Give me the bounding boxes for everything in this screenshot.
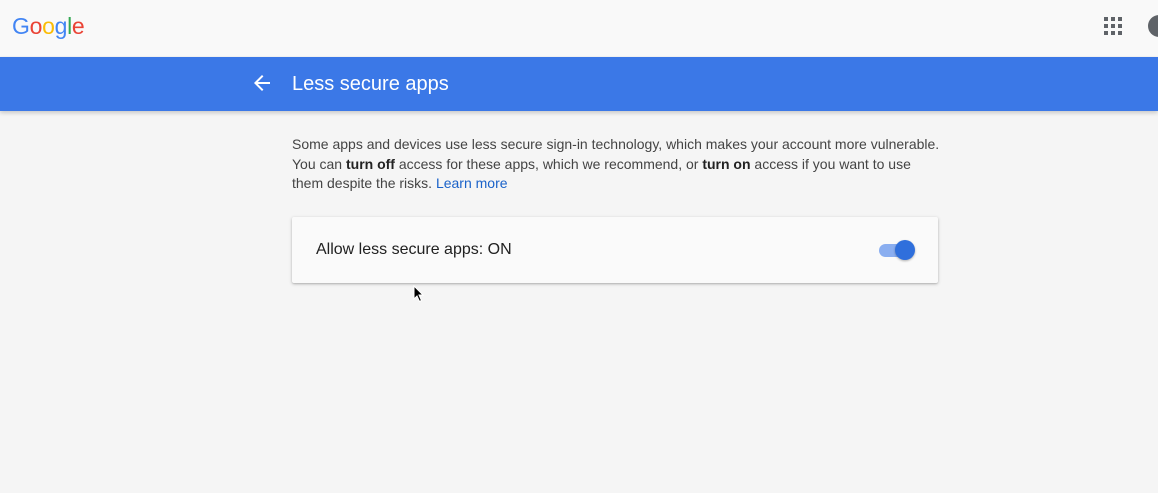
page-title: Less secure apps [292,73,449,95]
logo-letter-o1: o [29,13,43,39]
mouse-pointer-icon [413,284,425,303]
less-secure-apps-toggle[interactable] [878,240,916,260]
description-text: Some apps and devices use less secure si… [292,135,942,194]
toggle-knob [895,240,915,260]
setting-label: Allow less secure apps: ON [316,241,512,258]
account-avatar-icon[interactable] [1148,15,1158,37]
logo-letter-o2: o [42,13,55,39]
grid-apps-icon[interactable] [1104,17,1122,35]
description-part2: access for these apps, which we recommen… [394,155,703,172]
learn-more-link[interactable]: Learn more [436,175,508,191]
top-bar: Google [0,0,1158,56]
logo-letter-g: G [12,13,30,39]
logo-letter-e: e [71,13,85,39]
page-header: Less secure apps [0,57,1158,111]
description-bold-turn-on: turn on [702,155,751,172]
description-bold-turn-off: turn off [345,155,395,172]
setting-card: Allow less secure apps: ON [292,217,938,283]
google-logo[interactable]: Google [12,12,85,40]
arrow-back-icon[interactable] [250,71,274,95]
logo-letter-g2: g [54,13,68,39]
